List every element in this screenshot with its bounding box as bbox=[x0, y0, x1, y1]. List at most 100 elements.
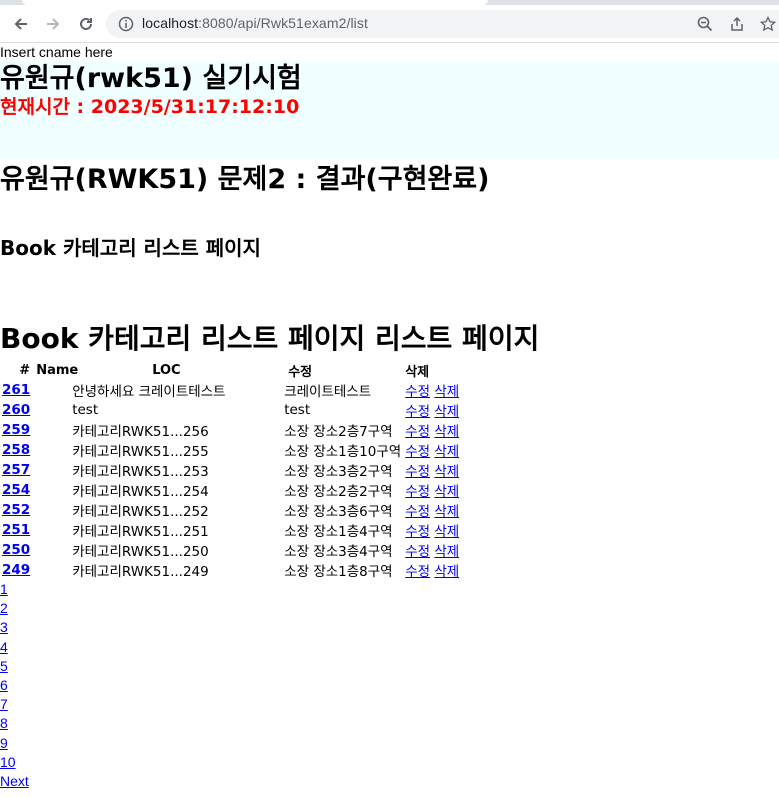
row-id-cell: 254 bbox=[0, 480, 32, 500]
row-actions-cell: 수정 삭제 bbox=[403, 480, 467, 500]
edit-link[interactable]: 수정 bbox=[405, 424, 430, 440]
delete-link[interactable]: 삭제 bbox=[434, 484, 459, 500]
row-id-link[interactable]: 261 bbox=[2, 382, 30, 398]
forward-arrow-icon bbox=[47, 18, 60, 30]
row-id-link[interactable]: 254 bbox=[2, 482, 30, 498]
page-link-10[interactable]: 10 bbox=[0, 753, 29, 772]
table-row: 254 카테고리RWK51...254 소장 장소2층2구역 수정 삭제 bbox=[0, 480, 467, 500]
info-icon[interactable] bbox=[116, 14, 136, 34]
back-button[interactable] bbox=[8, 11, 34, 37]
delete-link[interactable]: 삭제 bbox=[434, 464, 459, 480]
delete-link[interactable]: 삭제 bbox=[434, 404, 459, 420]
row-loc-cell: 소장 장소3층4구역 bbox=[284, 544, 393, 560]
row-id-link[interactable]: 260 bbox=[2, 402, 30, 418]
forward-button[interactable] bbox=[40, 11, 66, 37]
row-name-cell: 카테고리RWK51...249 bbox=[72, 564, 209, 580]
edit-link[interactable]: 수정 bbox=[405, 444, 430, 460]
edit-link[interactable]: 수정 bbox=[405, 524, 430, 540]
row-name-cell: test bbox=[72, 402, 99, 418]
page-link-3[interactable]: 3 bbox=[0, 618, 29, 637]
row-name-cell: 안녕하세요 크레이트테스트 bbox=[72, 384, 226, 400]
page-link-5[interactable]: 5 bbox=[0, 657, 29, 676]
row-actions-cell: 수정 삭제 bbox=[403, 500, 467, 520]
row-id-cell: 258 bbox=[0, 440, 32, 460]
row-id-cell: 261 bbox=[0, 380, 32, 400]
row-id-cell: 250 bbox=[0, 540, 32, 560]
row-name-cell: 카테고리RWK51...251 bbox=[72, 524, 209, 540]
row-id-link[interactable]: 257 bbox=[2, 462, 30, 478]
delete-link[interactable]: 삭제 bbox=[434, 384, 459, 400]
row-loc-cell: 소장 장소2층2구역 bbox=[284, 484, 393, 500]
category-table: # Name LOC 수정 삭제 261 안녕하세요 크레이트테스트 크레이트테스트… bbox=[0, 361, 467, 580]
delete-link[interactable]: 삭제 bbox=[434, 424, 459, 440]
row-id-link[interactable]: 252 bbox=[2, 502, 30, 518]
list-heading: Book 카테고리 리스트 페이지 리스트 페이지 bbox=[0, 322, 540, 355]
table-row: 250 카테고리RWK51...250 소장 장소3층4구역 수정 삭제 bbox=[0, 540, 467, 560]
table-row: 249 카테고리RWK51...249 소장 장소1층8구역 수정 삭제 bbox=[0, 560, 467, 580]
col-header-name: Name bbox=[36, 363, 79, 378]
row-id-link[interactable]: 251 bbox=[2, 522, 30, 538]
page-link-2[interactable]: 2 bbox=[0, 599, 29, 618]
row-loc-cell: test bbox=[284, 402, 311, 418]
edit-link[interactable]: 수정 bbox=[405, 384, 430, 400]
table-row: 252 카테고리RWK51...252 소장 장소3층6구역 수정 삭제 bbox=[0, 500, 467, 520]
col-header-loc: LOC bbox=[152, 363, 181, 378]
table-row: 261 안녕하세요 크레이트테스트 크레이트테스트 수정 삭제 bbox=[0, 380, 467, 400]
delete-link[interactable]: 삭제 bbox=[434, 444, 459, 460]
row-id-link[interactable]: 250 bbox=[2, 542, 30, 558]
address-bar[interactable]: localhost:8080/api/Rwk51exam2/list bbox=[106, 10, 779, 38]
row-actions-cell: 수정 삭제 bbox=[403, 560, 467, 580]
row-name-cell: 카테고리RWK51...254 bbox=[72, 484, 209, 500]
table-row: 251 카테고리RWK51...251 소장 장소1층4구역 수정 삭제 bbox=[0, 520, 467, 540]
col-header-delete: 삭제 bbox=[405, 365, 430, 380]
row-name-cell: 카테고리RWK51...255 bbox=[72, 444, 209, 460]
edit-link[interactable]: 수정 bbox=[405, 464, 430, 480]
edit-link[interactable]: 수정 bbox=[405, 404, 430, 420]
edit-link[interactable]: 수정 bbox=[405, 544, 430, 560]
next-page-link[interactable]: Next bbox=[0, 772, 29, 791]
row-loc-cell: 소장 장소3층6구역 bbox=[284, 504, 393, 520]
current-time: 현재시간 : 2023/5/31:17:12:10 bbox=[0, 96, 300, 118]
row-id-cell: 249 bbox=[0, 560, 32, 580]
row-id-link[interactable]: 259 bbox=[2, 422, 30, 438]
page-title: 유원규(rwk51) 실기시험 bbox=[0, 63, 302, 94]
share-icon[interactable] bbox=[727, 14, 747, 34]
reload-button[interactable] bbox=[73, 11, 99, 37]
delete-link[interactable]: 삭제 bbox=[434, 504, 459, 520]
row-actions-cell: 수정 삭제 bbox=[403, 380, 467, 400]
edit-link[interactable]: 수정 bbox=[405, 504, 430, 520]
zoom-icon[interactable] bbox=[695, 14, 715, 34]
url-text: localhost:8080/api/Rwk51exam2/list bbox=[142, 15, 368, 31]
table-header-row: # Name LOC 수정 삭제 bbox=[0, 361, 467, 380]
delete-link[interactable]: 삭제 bbox=[434, 524, 459, 540]
page-link-7[interactable]: 7 bbox=[0, 695, 29, 714]
reload-icon bbox=[80, 17, 92, 30]
row-actions-cell: 수정 삭제 bbox=[403, 400, 467, 420]
page-link-9[interactable]: 9 bbox=[0, 734, 29, 753]
row-id-cell: 251 bbox=[0, 520, 32, 540]
delete-link[interactable]: 삭제 bbox=[434, 564, 459, 580]
bookmark-star-icon[interactable] bbox=[758, 14, 778, 34]
result-heading: 유원규(RWK51) 문제2 : 결과(구현완료) bbox=[0, 164, 490, 195]
page-link-1[interactable]: 1 bbox=[0, 580, 29, 599]
page-link-4[interactable]: 4 bbox=[0, 638, 29, 657]
edit-link[interactable]: 수정 bbox=[405, 564, 430, 580]
col-header-edit: 수정 bbox=[288, 365, 313, 380]
pagination: 1 2 3 4 5 6 7 8 9 10 Next bbox=[0, 580, 29, 791]
row-name-cell: 카테고리RWK51...250 bbox=[72, 544, 209, 560]
row-id-cell: 260 bbox=[0, 400, 32, 420]
row-loc-cell: 소장 장소1층8구역 bbox=[284, 564, 393, 580]
table-row: 257 카테고리RWK51...253 소장 장소3층2구역 수정 삭제 bbox=[0, 460, 467, 480]
page-link-6[interactable]: 6 bbox=[0, 676, 29, 695]
row-loc-cell: 소장 장소3층2구역 bbox=[284, 464, 393, 480]
row-id-link[interactable]: 249 bbox=[2, 562, 30, 578]
delete-link[interactable]: 삭제 bbox=[434, 544, 459, 560]
row-loc-cell: 크레이트테스트 bbox=[284, 384, 372, 400]
row-loc-cell: 소장 장소2층7구역 bbox=[284, 424, 393, 440]
row-actions-cell: 수정 삭제 bbox=[403, 420, 467, 440]
row-name-cell: 카테고리RWK51...252 bbox=[72, 504, 209, 520]
section-heading: Book 카테고리 리스트 페이지 bbox=[0, 236, 261, 260]
page-link-8[interactable]: 8 bbox=[0, 714, 29, 733]
row-id-link[interactable]: 258 bbox=[2, 442, 30, 458]
edit-link[interactable]: 수정 bbox=[405, 484, 430, 500]
